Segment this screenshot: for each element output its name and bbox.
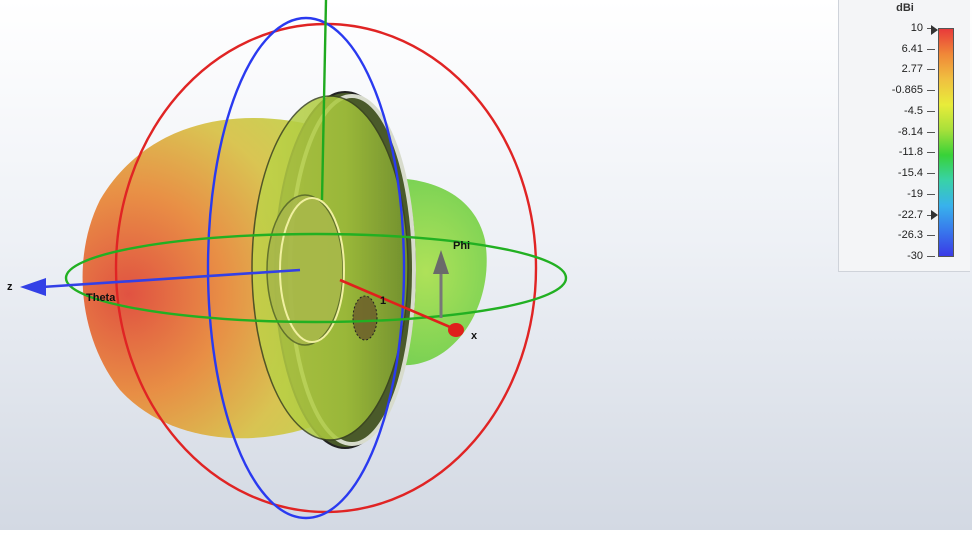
- legend-tick-mark: [927, 256, 935, 257]
- x-axis-label: x: [471, 330, 478, 342]
- legend-tick-mark: [927, 235, 935, 237]
- legend-tick-mark: [927, 152, 935, 154]
- x-arrow-head: [448, 323, 464, 337]
- legend-tick-label: -4.5: [904, 104, 923, 117]
- legend-tick-label: 2.77: [901, 63, 923, 76]
- color-legend: dBi 10 6.41 2.77 -0.865 -4.5 -8.14 -11.8 -15.4 -…: [838, 0, 970, 272]
- phi-label: Phi: [453, 240, 470, 252]
- legend-tick-label: -30: [907, 250, 923, 262]
- z-arrow-head: [20, 278, 46, 296]
- legend-tick-label: -26.3: [897, 229, 923, 242]
- legend-tick-mark: [927, 48, 935, 50]
- legend-tick-mark: [927, 90, 935, 92]
- legend-max-marker[interactable]: [931, 25, 938, 35]
- legend-tick-label: -19: [907, 187, 923, 200]
- legend-tick-mark: [927, 110, 935, 112]
- legend-tick-label: -0.865: [891, 84, 923, 97]
- legend-tick-mark: [927, 69, 935, 71]
- 3d-viewport[interactable]: z Theta Phi x 1: [0, 0, 972, 530]
- legend-color-bar: [938, 28, 954, 257]
- legend-tick-label: -22.7: [897, 208, 923, 221]
- port-label: 1: [380, 295, 386, 307]
- legend-tick-label: -15.4: [897, 167, 923, 180]
- legend-tick-mark: [927, 173, 935, 175]
- legend-tick-mark: [927, 193, 935, 195]
- legend-tick-label: -11.8: [898, 146, 923, 159]
- z-axis-label: z: [7, 281, 13, 293]
- patch-element: [352, 295, 378, 341]
- legend-tick-mark: [927, 131, 935, 133]
- theta-label: Theta: [86, 292, 116, 304]
- legend-tick-label: -8.14: [897, 125, 923, 138]
- legend-unit: dBi: [896, 2, 914, 14]
- farfield-plot: z Theta Phi x 1: [7, 0, 568, 520]
- legend-tick-label: 10: [910, 22, 923, 34]
- legend-tick-label: 6.41: [901, 42, 923, 55]
- legend-min-marker[interactable]: [931, 210, 938, 220]
